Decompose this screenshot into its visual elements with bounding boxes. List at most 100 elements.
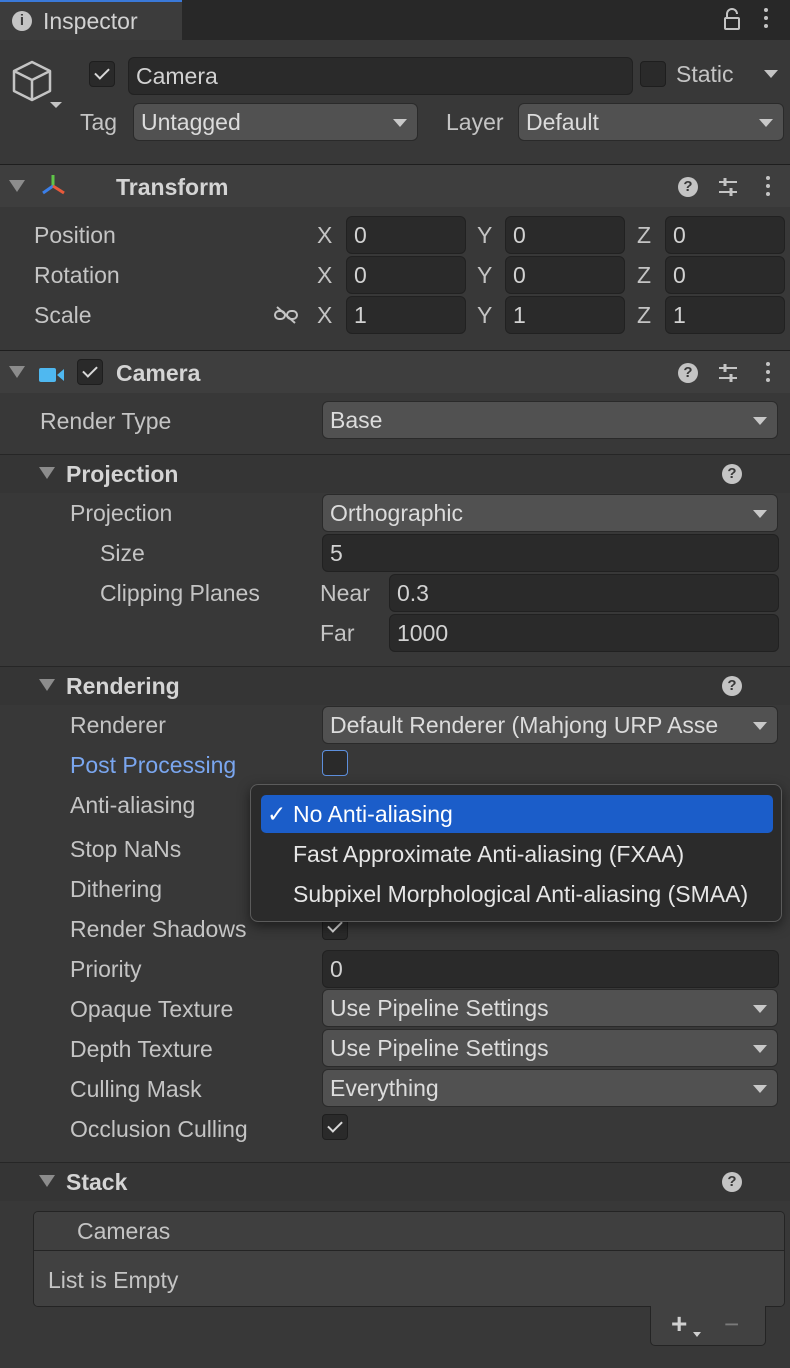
foldout-icon[interactable] bbox=[9, 180, 25, 192]
position-z-field[interactable]: 0 bbox=[665, 216, 785, 254]
position-x-field[interactable]: 0 bbox=[346, 216, 466, 254]
tab-inspector[interactable]: i Inspector bbox=[0, 0, 182, 40]
link-icon[interactable] bbox=[273, 304, 299, 324]
check-icon: ✓ bbox=[267, 801, 287, 827]
depth-texture-label: Depth Texture bbox=[70, 1036, 213, 1062]
stop-nans-label: Stop NaNs bbox=[70, 836, 182, 862]
help-icon[interactable]: ? bbox=[722, 464, 742, 484]
near-field[interactable]: 0.3 bbox=[389, 574, 779, 612]
render-shadows-label: Render Shadows bbox=[70, 916, 247, 942]
add-icon[interactable]: + bbox=[671, 1308, 687, 1340]
menu-item-label: No Anti-aliasing bbox=[293, 801, 453, 827]
renderer-dropdown[interactable]: Default Renderer (Mahjong URP Asse bbox=[322, 706, 778, 744]
chevron-down-icon bbox=[753, 1005, 767, 1013]
scale-x-field[interactable]: 1 bbox=[346, 296, 466, 334]
chevron-down-icon bbox=[753, 722, 767, 730]
far-label: Far bbox=[320, 620, 355, 646]
culling-mask-label: Culling Mask bbox=[70, 1076, 202, 1102]
static-dropdown-icon[interactable] bbox=[764, 70, 778, 78]
menu-item-smaa[interactable]: Subpixel Morphological Anti-aliasing (SM… bbox=[261, 875, 773, 913]
renderer-value: Default Renderer (Mahjong URP Asse bbox=[330, 712, 719, 738]
help-icon[interactable]: ? bbox=[678, 177, 698, 197]
clipping-planes-label: Clipping Planes bbox=[100, 580, 260, 606]
menu-item-no-aa[interactable]: ✓ No Anti-aliasing bbox=[261, 795, 773, 833]
depth-texture-value: Use Pipeline Settings bbox=[330, 1035, 549, 1061]
help-icon[interactable]: ? bbox=[722, 676, 742, 696]
info-icon: i bbox=[12, 11, 32, 31]
scale-z-field[interactable]: 1 bbox=[665, 296, 785, 334]
render-type-label: Render Type bbox=[40, 408, 172, 434]
axis-x-label: X bbox=[317, 222, 333, 248]
occlusion-culling-checkbox[interactable] bbox=[322, 1114, 348, 1140]
depth-texture-dropdown[interactable]: Use Pipeline Settings bbox=[322, 1029, 778, 1067]
preset-icon[interactable] bbox=[717, 362, 739, 384]
camera-enabled-checkbox[interactable] bbox=[77, 359, 103, 385]
rotation-y-field[interactable]: 0 bbox=[505, 256, 625, 294]
position-y-field[interactable]: 0 bbox=[505, 216, 625, 254]
layer-dropdown[interactable]: Default bbox=[518, 103, 784, 141]
axis-x-label: X bbox=[317, 302, 333, 328]
static-label: Static bbox=[676, 61, 734, 87]
camera-icon bbox=[39, 363, 65, 382]
size-label: Size bbox=[100, 540, 145, 566]
component-menu-icon[interactable] bbox=[766, 362, 770, 386]
stack-title: Stack bbox=[66, 1169, 128, 1195]
projection-dropdown[interactable]: Orthographic bbox=[322, 494, 778, 532]
rotation-z-field[interactable]: 0 bbox=[665, 256, 785, 294]
chevron-down-icon bbox=[753, 1085, 767, 1093]
object-name-field[interactable]: Camera bbox=[128, 57, 633, 95]
projection-value: Orthographic bbox=[330, 500, 463, 526]
render-type-value: Base bbox=[330, 407, 383, 433]
tag-label: Tag bbox=[80, 109, 118, 135]
gameobject-icon[interactable] bbox=[8, 58, 64, 114]
tab-menu-icon[interactable] bbox=[764, 8, 768, 32]
remove-icon[interactable]: − bbox=[724, 1308, 739, 1340]
cameras-list: Cameras List is Empty bbox=[33, 1211, 785, 1307]
help-icon[interactable]: ? bbox=[722, 1172, 742, 1192]
active-checkbox[interactable] bbox=[89, 61, 115, 87]
layer-value: Default bbox=[526, 109, 599, 135]
culling-mask-dropdown[interactable]: Everything bbox=[322, 1069, 778, 1107]
preset-icon[interactable] bbox=[717, 176, 739, 198]
camera-title: Camera bbox=[116, 360, 201, 386]
post-processing-label: Post Processing bbox=[70, 752, 237, 778]
layer-label: Layer bbox=[446, 109, 504, 135]
rotation-x-field[interactable]: 0 bbox=[346, 256, 466, 294]
post-processing-checkbox[interactable] bbox=[322, 750, 348, 776]
tag-dropdown[interactable]: Untagged bbox=[133, 103, 418, 141]
chevron-down-icon bbox=[393, 119, 407, 127]
transform-icon bbox=[38, 172, 68, 200]
axis-y-label: Y bbox=[477, 302, 493, 328]
anti-aliasing-label: Anti-aliasing bbox=[70, 792, 196, 818]
static-checkbox[interactable] bbox=[640, 61, 666, 87]
scale-y-field[interactable]: 1 bbox=[505, 296, 625, 334]
list-empty-text: List is Empty bbox=[48, 1267, 179, 1293]
tab-title: Inspector bbox=[43, 8, 138, 34]
rendering-title: Rendering bbox=[66, 673, 180, 699]
foldout-icon[interactable] bbox=[39, 1175, 55, 1187]
menu-item-fxaa[interactable]: Fast Approximate Anti-aliasing (FXAA) bbox=[261, 835, 773, 873]
occlusion-culling-label: Occlusion Culling bbox=[70, 1116, 248, 1142]
foldout-icon[interactable] bbox=[39, 467, 55, 479]
menu-item-label: Subpixel Morphological Anti-aliasing (SM… bbox=[293, 881, 749, 907]
lock-icon[interactable] bbox=[724, 8, 740, 30]
cameras-header-label: Cameras bbox=[77, 1218, 171, 1244]
render-type-dropdown[interactable]: Base bbox=[322, 401, 778, 439]
component-menu-icon[interactable] bbox=[766, 176, 770, 200]
foldout-icon[interactable] bbox=[39, 679, 55, 691]
axis-z-label: Z bbox=[637, 302, 652, 328]
size-field[interactable]: 5 bbox=[322, 534, 779, 572]
opaque-texture-label: Opaque Texture bbox=[70, 996, 234, 1022]
far-field[interactable]: 1000 bbox=[389, 614, 779, 652]
rotation-label: Rotation bbox=[34, 262, 120, 288]
chevron-down-icon bbox=[759, 119, 773, 127]
foldout-icon[interactable] bbox=[9, 366, 25, 378]
tag-value: Untagged bbox=[141, 109, 241, 135]
help-icon[interactable]: ? bbox=[678, 363, 698, 383]
axis-y-label: Y bbox=[477, 262, 493, 288]
opaque-texture-dropdown[interactable]: Use Pipeline Settings bbox=[322, 989, 778, 1027]
transform-title: Transform bbox=[116, 174, 229, 200]
dithering-label: Dithering bbox=[70, 876, 163, 902]
priority-field[interactable]: 0 bbox=[322, 950, 779, 988]
opaque-texture-value: Use Pipeline Settings bbox=[330, 995, 549, 1021]
